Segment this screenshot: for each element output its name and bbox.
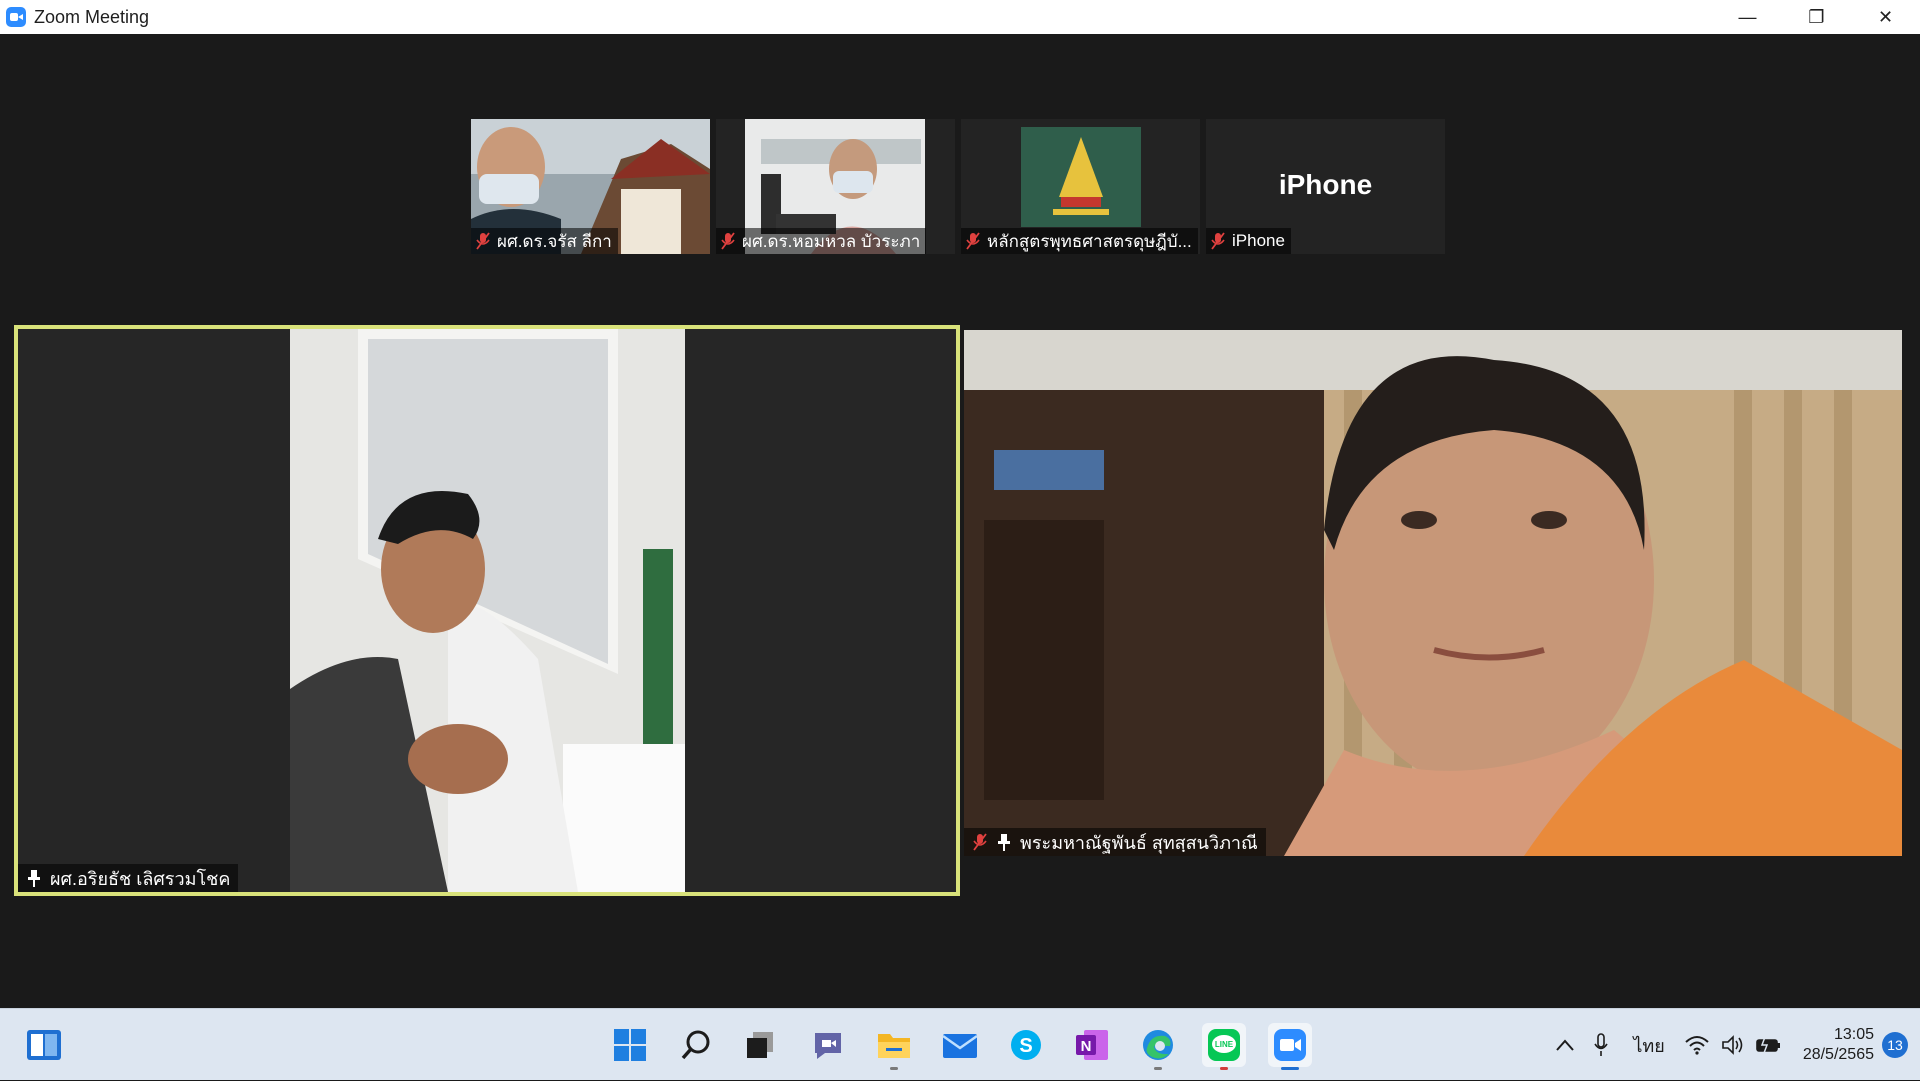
taskbar: S N LINE ไทย 13:05 28/5/2565 13 — [0, 1008, 1920, 1080]
clock-time: 13:05 — [1833, 1026, 1874, 1043]
participant-name: ผศ.ดร.หอมหวล บัวระภา — [742, 231, 921, 251]
skype-icon[interactable]: S — [1004, 1023, 1048, 1067]
participant-thumbnail[interactable]: iPhone iPhone — [1206, 119, 1445, 254]
restore-button[interactable]: ❐ — [1782, 0, 1851, 34]
muted-mic-icon — [1210, 232, 1226, 250]
muted-mic-icon — [972, 833, 988, 851]
edge-icon[interactable] — [1136, 1023, 1180, 1070]
active-speaker-video[interactable]: ผศ.อริยธัช เลิศรวมโชค — [14, 325, 960, 896]
start-icon[interactable] — [608, 1023, 652, 1067]
participant-thumbnail[interactable]: หลักสูตรพุทธศาสตรดุษฎีบั... — [961, 119, 1200, 254]
muted-mic-icon — [965, 232, 981, 250]
clock-date: 28/5/2565 — [1802, 1046, 1874, 1063]
task-view-icon[interactable] — [738, 1023, 782, 1067]
muted-mic-icon — [720, 232, 736, 250]
microphone-icon[interactable] — [1583, 1027, 1619, 1063]
participant-video — [18, 329, 956, 892]
zoom-app-icon — [6, 7, 26, 27]
chevron-up-icon[interactable] — [1547, 1027, 1583, 1063]
mail-icon[interactable] — [938, 1023, 982, 1067]
close-button[interactable]: ✕ — [1851, 0, 1920, 34]
file-explorer-icon[interactable] — [872, 1023, 916, 1070]
line-logo-text: LINE — [1215, 1040, 1234, 1049]
widgets-icon[interactable] — [22, 1023, 66, 1067]
muted-mic-icon — [475, 232, 491, 250]
svg-text:S: S — [1019, 1035, 1032, 1057]
participant-name: พระมหาณัฐพันธ์ สุทสฺสนวิภาณี — [1020, 832, 1258, 853]
participant-thumbnail[interactable]: ผศ.ดร.หอมหวล บัวระภา — [716, 119, 955, 254]
notification-badge[interactable]: 13 — [1882, 1032, 1908, 1058]
zoom-icon[interactable] — [1268, 1023, 1312, 1070]
participant-name-label: พระมหาณัฐพันธ์ สุทสฺสนวิภาณี — [964, 828, 1266, 856]
pin-icon — [26, 869, 42, 887]
window-title: Zoom Meeting — [34, 6, 150, 27]
system-tray: ไทย 13:05 28/5/2565 13 — [1547, 1009, 1920, 1081]
input-language[interactable]: ไทย — [1619, 1031, 1678, 1060]
participant-name-label: ผศ.ดร.หอมหวล บัวระภา — [716, 228, 927, 254]
pin-icon — [996, 833, 1012, 851]
participant-name-label: ผศ.อริยธัช เลิศรวมโชค — [18, 864, 239, 892]
participant-name: ผศ.ดร.จรัส ลีกา — [497, 231, 612, 251]
clock[interactable]: 13:05 28/5/2565 — [1787, 1025, 1882, 1065]
participant-name-label: iPhone — [1206, 228, 1291, 254]
participant-thumbnail-strip: ผศ.ดร.จรัส ลีกา ผศ.ดร.หอมหวล บัวระภา หลั… — [471, 119, 1445, 254]
participant-name: หลักสูตรพุทธศาสตรดุษฎีบั... — [987, 231, 1192, 251]
participant-display-name: iPhone — [1278, 169, 1373, 200]
meeting-area: ผศ.ดร.จรัส ลีกา ผศ.ดร.หอมหวล บัวระภา หลั… — [0, 34, 1920, 1008]
onenote-letter: N — [1081, 1038, 1092, 1055]
battery-icon[interactable] — [1751, 1027, 1787, 1063]
participant-name: ผศ.อริยธัช เลิศรวมโชค — [50, 868, 231, 889]
participant-video-tile[interactable]: พระมหาณัฐพันธ์ สุทสฺสนวิภาณี — [964, 330, 1902, 856]
title-bar: Zoom Meeting — ❐ ✕ — [0, 0, 1920, 34]
participant-name: iPhone — [1232, 231, 1285, 250]
participant-thumbnail[interactable]: ผศ.ดร.จรัส ลีกา — [471, 119, 710, 254]
participant-name-label: ผศ.ดร.จรัส ลีกา — [471, 228, 618, 254]
wifi-icon[interactable] — [1679, 1027, 1715, 1063]
onenote-icon[interactable]: N — [1070, 1023, 1114, 1067]
teams-chat-icon[interactable] — [806, 1023, 850, 1067]
search-icon[interactable] — [674, 1023, 718, 1067]
line-icon[interactable]: LINE — [1202, 1023, 1246, 1070]
window-controls: — ❐ ✕ — [1713, 0, 1920, 34]
minimize-button[interactable]: — — [1713, 0, 1782, 34]
participant-video — [964, 330, 1902, 856]
participant-name-label: หลักสูตรพุทธศาสตรดุษฎีบั... — [961, 228, 1198, 254]
volume-icon[interactable] — [1715, 1027, 1751, 1063]
